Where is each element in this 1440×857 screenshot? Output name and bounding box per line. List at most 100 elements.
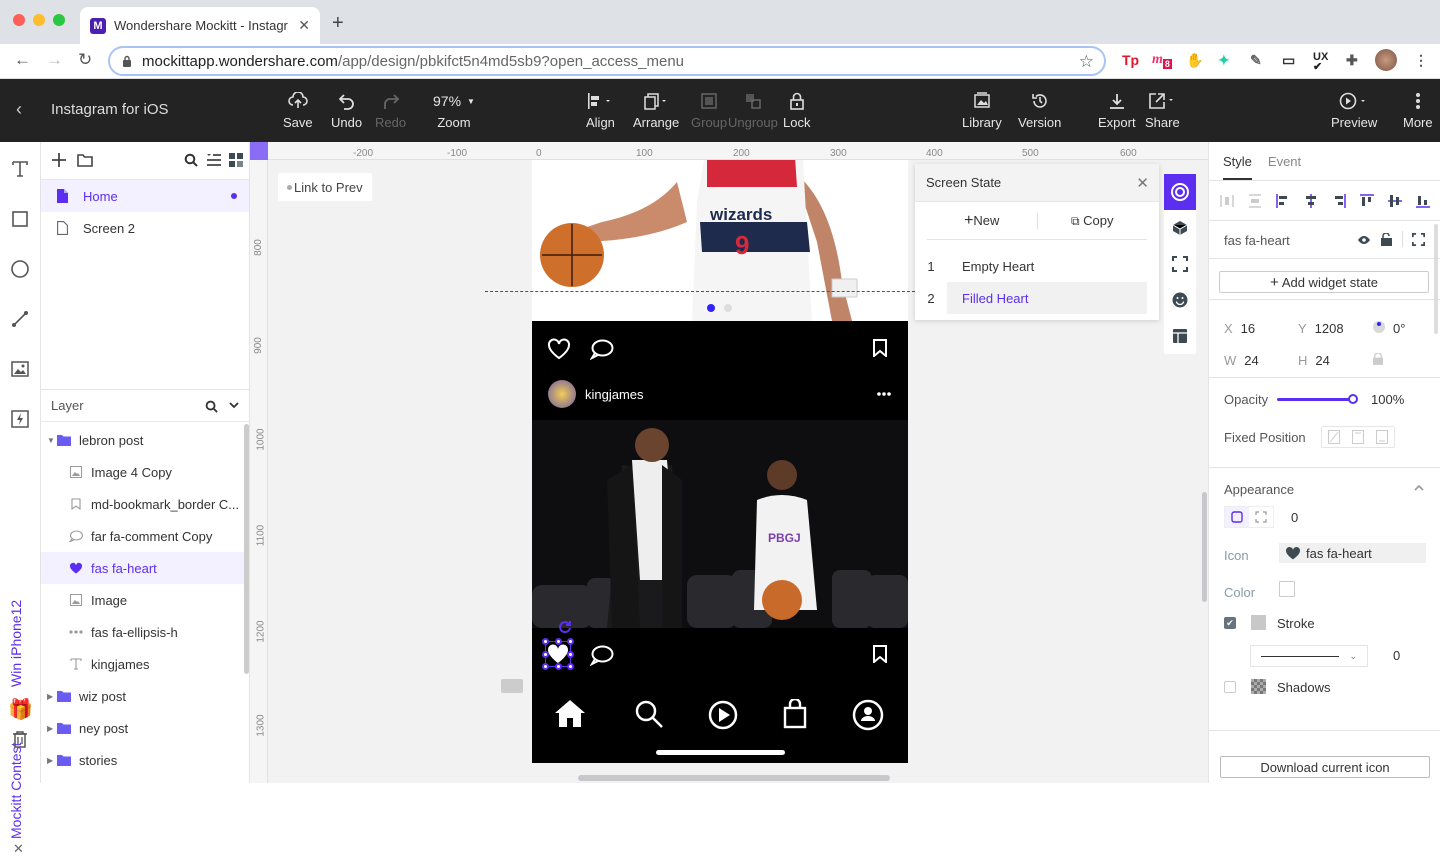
- ellipsis-h-icon[interactable]: [877, 392, 891, 396]
- expand-caret-icon[interactable]: ▼: [47, 436, 55, 445]
- ungroup-button[interactable]: Ungroup: [728, 91, 778, 130]
- grid-view-icon[interactable]: [229, 153, 243, 167]
- add-folder-icon[interactable]: [77, 153, 93, 167]
- fixed-none-icon[interactable]: [1328, 430, 1340, 444]
- rectangle-tool-icon[interactable]: [9, 208, 31, 230]
- layer-row[interactable]: far fa-comment Copy: [41, 520, 244, 552]
- frame-select-icon[interactable]: [1164, 246, 1196, 282]
- visibility-eye-icon[interactable]: [1357, 235, 1371, 245]
- layer-row[interactable]: ▶ wiz post: [41, 680, 244, 712]
- widget-name[interactable]: fas fa-heart: [1224, 233, 1290, 248]
- comment-icon[interactable]: [590, 644, 614, 666]
- browser-menu-icon[interactable]: ⋮: [1414, 52, 1428, 69]
- resize-handle[interactable]: [542, 663, 549, 670]
- inspector-scrollbar[interactable]: [1434, 224, 1438, 334]
- add-widget-state-button[interactable]: + Add widget state: [1219, 271, 1429, 293]
- collapse-caret-icon[interactable]: ▶: [47, 756, 55, 765]
- shadow-color-swatch[interactable]: [1251, 679, 1266, 694]
- collapse-caret-icon[interactable]: ▶: [47, 724, 55, 733]
- align-middle-vertical-icon[interactable]: [1387, 193, 1403, 209]
- fixed-top-icon[interactable]: [1352, 430, 1364, 444]
- url-input[interactable]: mockittapp.wondershare.com/app/design/pb…: [108, 46, 1106, 76]
- share-button[interactable]: Share: [1145, 91, 1180, 130]
- search-layers-icon[interactable]: [205, 400, 218, 413]
- rotation-field[interactable]: 0°: [1393, 321, 1405, 336]
- close-window-button[interactable]: [13, 14, 25, 26]
- state-row-filled-heart[interactable]: 2 Filled Heart: [915, 282, 1147, 314]
- align-button[interactable]: Align: [586, 91, 615, 130]
- extensions-puzzle-icon[interactable]: ✚: [1346, 52, 1358, 69]
- layer-row[interactable]: ▶ ney post: [41, 712, 244, 744]
- fixed-bottom-icon[interactable]: [1376, 430, 1388, 444]
- line-tool-icon[interactable]: [9, 308, 31, 330]
- layer-row[interactable]: fas fa-heart: [41, 552, 244, 584]
- resize-handle[interactable]: [555, 663, 562, 670]
- emoji-icon[interactable]: [1164, 282, 1196, 318]
- lebron-post-image[interactable]: PBGJ: [532, 420, 908, 628]
- profile-avatar[interactable]: [1375, 49, 1397, 71]
- bookmark-icon[interactable]: [873, 339, 887, 357]
- rotate-handle-icon[interactable]: [558, 620, 572, 634]
- tab-event[interactable]: Event: [1268, 142, 1301, 180]
- align-bottom-icon[interactable]: [1415, 193, 1431, 209]
- collapse-caret-icon[interactable]: ▶: [47, 692, 55, 701]
- export-button[interactable]: Export: [1098, 91, 1136, 130]
- maximize-window-button[interactable]: [53, 14, 65, 26]
- aspect-lock-icon[interactable]: [1373, 353, 1383, 365]
- vertical-scrollbar[interactable]: [1202, 492, 1207, 602]
- preview-button[interactable]: Preview: [1331, 91, 1377, 130]
- layer-row[interactable]: ▼ lebron post: [41, 424, 244, 456]
- resize-handle[interactable]: [567, 638, 574, 645]
- distribute-vertical-icon[interactable]: [1247, 193, 1263, 209]
- ellipse-tool-icon[interactable]: [9, 258, 31, 280]
- arrange-button[interactable]: Arrange: [633, 91, 679, 130]
- extension-m-icon[interactable]: m8: [1152, 52, 1172, 69]
- extension-tp-icon[interactable]: Tp: [1122, 52, 1139, 68]
- resize-handle[interactable]: [542, 638, 549, 645]
- opacity-slider-thumb[interactable]: [1348, 394, 1358, 404]
- color-swatch[interactable]: [1279, 581, 1295, 597]
- stroke-checkbox[interactable]: ✔: [1224, 617, 1236, 629]
- download-icon-button[interactable]: Download current icon: [1220, 756, 1430, 778]
- resize-handle[interactable]: [567, 663, 574, 670]
- stroke-color-swatch[interactable]: [1251, 615, 1266, 630]
- icon-picker[interactable]: fas fa-heart: [1279, 543, 1426, 563]
- more-button[interactable]: More: [1403, 91, 1433, 130]
- reload-icon[interactable]: ↻: [78, 50, 92, 70]
- screen-state-tool-icon[interactable]: [1164, 174, 1196, 210]
- align-right-icon[interactable]: [1331, 193, 1347, 209]
- sort-list-icon[interactable]: [206, 153, 222, 167]
- uniform-radius-icon[interactable]: [1225, 507, 1249, 527]
- comment-icon[interactable]: [590, 338, 614, 360]
- profile-tab-icon[interactable]: [852, 699, 884, 731]
- close-tab-icon[interactable]: ✕: [298, 17, 310, 34]
- heart-outline-icon[interactable]: [547, 338, 571, 360]
- close-popup-icon[interactable]: ✕: [1136, 174, 1149, 192]
- new-tab-button[interactable]: +: [332, 12, 344, 35]
- resize-handle[interactable]: [542, 651, 549, 658]
- page-item-screen-2[interactable]: Screen 2: [41, 212, 249, 244]
- reels-tab-icon[interactable]: [708, 700, 738, 730]
- phone-artboard[interactable]: wizards 9 kingjames PBGJ: [532, 142, 908, 763]
- extension-figure-icon[interactable]: ✦: [1218, 52, 1230, 69]
- width-field[interactable]: W 24: [1224, 353, 1259, 368]
- collapse-chevron-icon[interactable]: [229, 402, 239, 409]
- radius-value[interactable]: 0: [1291, 510, 1298, 525]
- x-field[interactable]: X 16: [1224, 321, 1255, 336]
- layer-row[interactable]: md-bookmark_border C...: [41, 488, 244, 520]
- state-row-empty-heart[interactable]: 1 Empty Heart: [915, 250, 1147, 282]
- zoom-dropdown[interactable]: 97% ▼ Zoom: [433, 91, 475, 130]
- stroke-style-dropdown[interactable]: ⌄: [1250, 645, 1368, 667]
- component-cube-icon[interactable]: [1164, 210, 1196, 246]
- lock-button[interactable]: Lock: [783, 91, 810, 130]
- new-state-button[interactable]: +New: [927, 212, 1037, 230]
- ux-check-extension-icon[interactable]: UX ✔: [1313, 52, 1328, 73]
- opacity-value[interactable]: 100%: [1371, 392, 1404, 407]
- minimize-window-button[interactable]: [33, 14, 45, 26]
- opacity-slider[interactable]: [1277, 394, 1358, 404]
- layer-row[interactable]: fas fa-ellipsis-h: [41, 616, 244, 648]
- shadows-checkbox[interactable]: [1224, 681, 1236, 693]
- bookmark-icon[interactable]: [873, 645, 887, 663]
- text-tool-icon[interactable]: [9, 158, 31, 180]
- browser-tab[interactable]: M Wondershare Mockitt - Instagr ✕: [80, 7, 320, 44]
